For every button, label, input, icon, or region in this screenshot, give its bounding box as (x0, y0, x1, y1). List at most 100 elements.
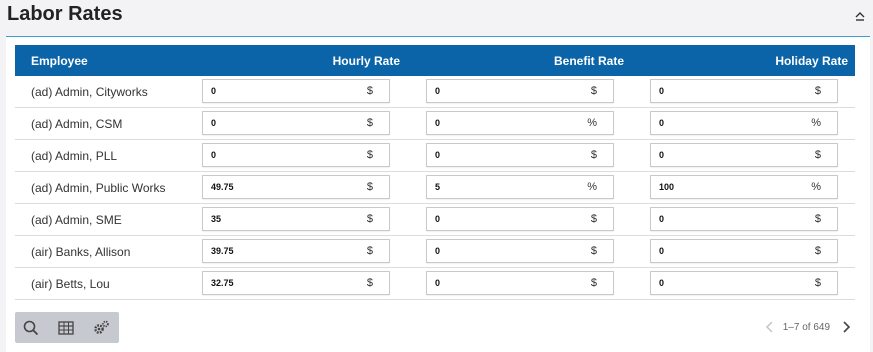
panel-title: Labor Rates (7, 3, 123, 25)
chevron-right-icon (843, 321, 851, 333)
holiday-rate-input[interactable]: 0 $ (650, 207, 838, 231)
chevron-up-icon (855, 12, 865, 21)
holiday-rate-input[interactable]: 0 $ (650, 79, 838, 103)
table-row: (ad) Admin, CSM 0 $0% 0% (15, 108, 855, 140)
hourly-rate-value: 35 (211, 214, 222, 224)
holiday-rate-value: 0 (659, 150, 665, 160)
hourly-rate-value: 39.75 (211, 246, 234, 256)
employee-name: (ad) Admin, PLL (31, 149, 118, 163)
table-row: (ad) Admin, Public Works 49.75 $5% 100% (15, 172, 855, 204)
hourly-rate-input[interactable]: 0 $ (202, 143, 390, 167)
benefit-rate-unit: % (587, 117, 597, 129)
hourly-rate-unit: $ (366, 245, 373, 257)
benefit-rate-unit: $ (590, 149, 597, 161)
hourly-rate-input[interactable]: 35 $ (202, 207, 390, 231)
benefit-rate-input[interactable]: 0 $ (426, 207, 614, 231)
benefit-rate-value: 0 (435, 278, 441, 288)
column-header-holiday-rate[interactable]: Holiday Rate (775, 54, 848, 68)
table-row: (air) Banks, Allison 39.75 $0 $0 $ (15, 236, 855, 268)
benefit-rate-value: 0 (435, 118, 441, 128)
benefit-rate-unit: $ (590, 85, 597, 97)
benefit-rate-unit: % (587, 181, 597, 193)
holiday-rate-unit: $ (814, 245, 821, 257)
benefit-rate-value: 5 (435, 182, 441, 192)
panel-body: Employee Hourly Rate Benefit Rate Holida… (6, 37, 870, 352)
hourly-rate-input[interactable]: 39.75 $ (202, 239, 390, 263)
employee-name: (air) Betts, Lou (31, 277, 110, 291)
panel-header: Labor Rates (0, 0, 873, 34)
page-info: 1–7 of 649 (782, 322, 830, 333)
benefit-rate-value: 0 (435, 214, 441, 224)
holiday-rate-unit: $ (814, 149, 821, 161)
benefit-rate-value: 0 (435, 246, 441, 256)
hourly-rate-unit: $ (366, 181, 373, 193)
search-icon (23, 320, 39, 336)
employee-name: (air) Banks, Allison (31, 245, 131, 259)
holiday-rate-value: 0 (659, 278, 665, 288)
benefit-rate-unit: $ (590, 277, 597, 289)
grid-toolbar (15, 312, 119, 343)
holiday-rate-value: 0 (659, 86, 665, 96)
hourly-rate-unit: $ (366, 149, 373, 161)
hourly-rate-unit: $ (366, 117, 373, 129)
holiday-rate-input[interactable]: 0 $ (650, 271, 838, 295)
benefit-rate-input[interactable]: 0 $ (426, 271, 614, 295)
next-page-button[interactable] (840, 319, 852, 335)
column-header-employee[interactable]: Employee (31, 54, 88, 68)
chevron-left-icon (765, 321, 773, 333)
settings-button[interactable] (91, 318, 111, 338)
hourly-rate-input[interactable]: 32.75 $ (202, 271, 390, 295)
collapse-button[interactable] (854, 10, 866, 24)
holiday-rate-unit: $ (814, 85, 821, 97)
hourly-rate-value: 0 (211, 150, 217, 160)
hourly-rate-unit: $ (366, 213, 373, 225)
holiday-rate-value: 0 (659, 118, 665, 128)
benefit-rate-input[interactable]: 5% (426, 175, 614, 199)
benefit-rate-input[interactable]: 0 $ (426, 143, 614, 167)
benefit-rate-value: 0 (435, 86, 441, 96)
benefit-rate-value: 0 (435, 150, 441, 160)
hourly-rate-input[interactable]: 49.75 $ (202, 175, 390, 199)
benefit-rate-unit: $ (590, 245, 597, 257)
hourly-rate-input[interactable]: 0 $ (202, 79, 390, 103)
search-button[interactable] (21, 318, 41, 338)
column-header-benefit-rate[interactable]: Benefit Rate (554, 54, 624, 68)
holiday-rate-unit: % (811, 181, 821, 193)
holiday-rate-value: 0 (659, 214, 665, 224)
holiday-rate-input[interactable]: 0 $ (650, 239, 838, 263)
table-row: (air) Betts, Lou 32.75 $0 $0 $ (15, 268, 855, 300)
holiday-rate-input[interactable]: 0 $ (650, 143, 838, 167)
columns-button[interactable] (56, 318, 76, 338)
holiday-rate-input[interactable]: 0% (650, 111, 838, 135)
hourly-rate-value: 49.75 (211, 182, 234, 192)
employee-name: (ad) Admin, CSM (31, 117, 123, 131)
table-row: (ad) Admin, SME 35 $0 $0 $ (15, 204, 855, 236)
hourly-rate-input[interactable]: 0 $ (202, 111, 390, 135)
hourly-rate-value: 0 (211, 118, 217, 128)
column-header-hourly-rate[interactable]: Hourly Rate (333, 54, 400, 68)
table-row: (ad) Admin, PLL 0 $0 $0 $ (15, 140, 855, 172)
hourly-rate-value: 32.75 (211, 278, 234, 288)
employee-name: (ad) Admin, Cityworks (31, 85, 148, 99)
employee-name: (ad) Admin, SME (31, 213, 122, 227)
table-row: (ad) Admin, Cityworks 0 $0 $0 $ (15, 76, 855, 108)
previous-page-button[interactable] (764, 319, 776, 335)
hourly-rate-unit: $ (366, 85, 373, 97)
holiday-rate-value: 100 (659, 182, 675, 192)
holiday-rate-value: 0 (659, 246, 665, 256)
hourly-rate-value: 0 (211, 86, 217, 96)
holiday-rate-unit: $ (814, 277, 821, 289)
employee-name: (ad) Admin, Public Works (31, 181, 166, 195)
holiday-rate-unit: $ (814, 213, 821, 225)
table-header: Employee Hourly Rate Benefit Rate Holida… (15, 45, 855, 76)
benefit-rate-input[interactable]: 0% (426, 111, 614, 135)
table-icon (58, 321, 74, 335)
settings-icon (94, 320, 109, 334)
benefit-rate-unit: $ (590, 213, 597, 225)
holiday-rate-input[interactable]: 100% (650, 175, 838, 199)
benefit-rate-input[interactable]: 0 $ (426, 239, 614, 263)
table-body: (ad) Admin, Cityworks 0 $0 $0 $ (ad) Admin, C… (15, 76, 855, 300)
labor-rates-table: Employee Hourly Rate Benefit Rate Holida… (15, 45, 855, 300)
benefit-rate-input[interactable]: 0 $ (426, 79, 614, 103)
holiday-rate-unit: % (811, 117, 821, 129)
